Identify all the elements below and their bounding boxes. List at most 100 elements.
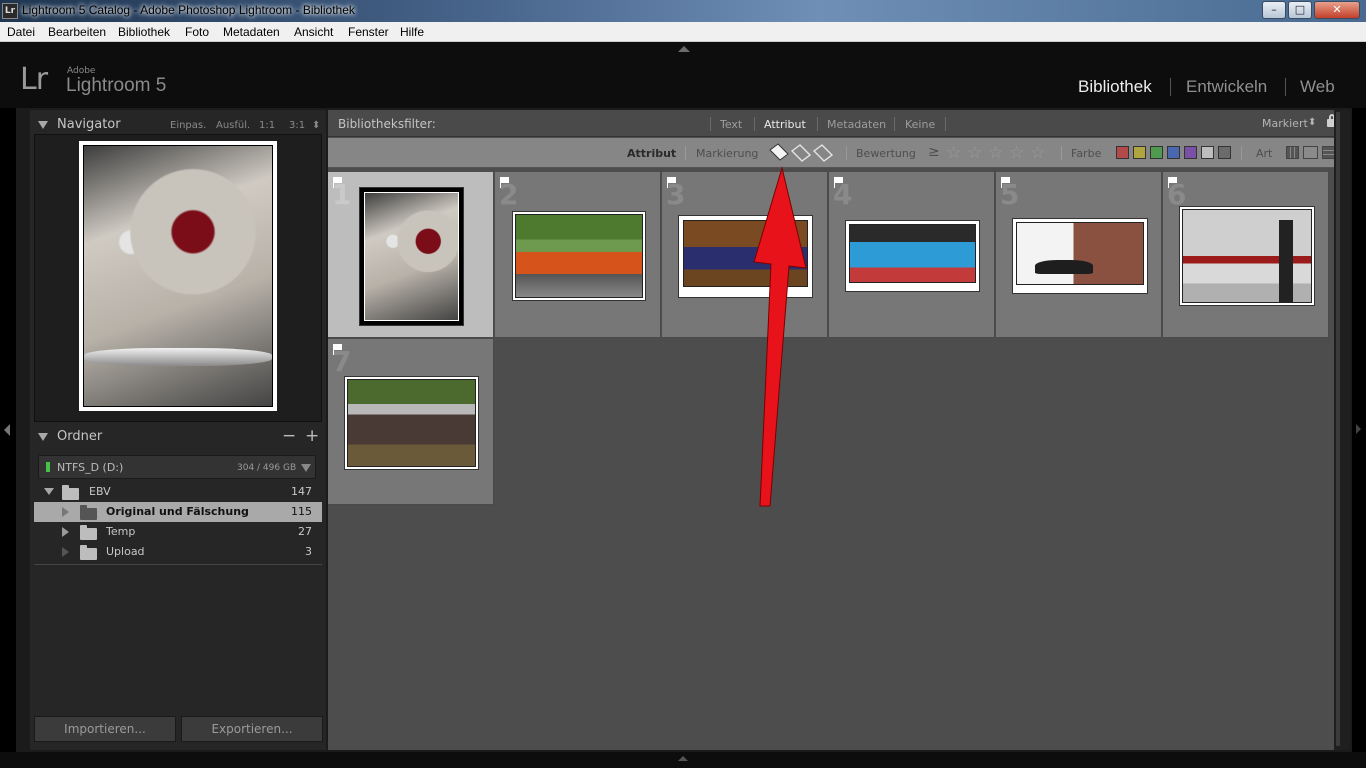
rating-star-4-icon[interactable]: ☆	[1009, 143, 1024, 163]
flag-icon[interactable]	[1001, 177, 1010, 188]
remove-folder-icon[interactable]: −	[282, 426, 296, 446]
filter-tab-text[interactable]: Text	[720, 118, 742, 131]
folder-icon	[80, 505, 97, 520]
collapse-right-panel-icon[interactable]	[1356, 424, 1361, 434]
filter-tab-attribut[interactable]: Attribut	[764, 118, 806, 131]
thumbnail[interactable]	[1180, 207, 1314, 305]
grid-cell[interactable]: 4	[829, 172, 995, 338]
grid-cell[interactable]: 1	[328, 172, 494, 338]
rating-operator[interactable]: ≥	[928, 144, 940, 160]
navigator-preview[interactable]	[34, 134, 322, 422]
navigator-photo	[79, 141, 277, 411]
folders-header[interactable]: Ordner − +	[30, 426, 326, 450]
thumbnail[interactable]	[345, 377, 478, 469]
filter-tab-separator	[945, 117, 946, 131]
rating-star-5-icon[interactable]: ☆	[1030, 143, 1045, 163]
filmstrip-collapsed-bar	[0, 752, 1366, 768]
folder-row-ebv[interactable]: EBV 147	[34, 482, 322, 502]
volume-dropdown-icon[interactable]	[301, 464, 311, 472]
collapse-triangle-icon[interactable]	[38, 121, 48, 129]
import-button[interactable]: Importieren...	[34, 716, 176, 742]
disclosure-triangle-icon[interactable]	[62, 507, 69, 517]
collapse-left-panel-icon[interactable]	[4, 424, 10, 436]
thumbnail[interactable]	[846, 221, 979, 291]
flag-icon[interactable]	[667, 177, 676, 188]
color-other-swatch[interactable]	[1201, 146, 1214, 159]
rating-label: Bewertung	[856, 147, 916, 160]
filter-preset-dropdown[interactable]: Markiert	[1262, 117, 1308, 130]
folder-row-upload[interactable]: Upload 3	[34, 542, 322, 562]
menu-ansicht[interactable]: Ansicht	[294, 25, 333, 39]
minimize-button[interactable]: –	[1262, 1, 1286, 19]
thumbnail[interactable]	[513, 212, 645, 300]
module-web[interactable]: Web	[1300, 77, 1335, 97]
flag-icon[interactable]	[333, 344, 342, 355]
collapse-triangle-icon[interactable]	[38, 433, 48, 441]
close-button[interactable]: ✕	[1314, 1, 1360, 19]
thumbnail[interactable]	[360, 188, 463, 325]
separator	[1061, 146, 1062, 160]
type-virtual-copy-icon[interactable]	[1303, 146, 1318, 159]
add-folder-icon[interactable]: +	[305, 426, 319, 446]
flag-icon[interactable]	[834, 177, 843, 188]
expand-filmstrip-icon[interactable]	[678, 756, 688, 761]
thumbnail[interactable]	[679, 216, 812, 297]
bumper-shape	[84, 348, 272, 366]
folder-name: Original und Fälschung	[106, 505, 249, 518]
menu-datei[interactable]: Datei	[7, 25, 35, 39]
folder-name: EBV	[89, 485, 111, 498]
flag-filter-icons[interactable]	[768, 142, 834, 164]
expand-triangle-icon[interactable]	[44, 488, 54, 495]
navigator-header[interactable]: Navigator Einpas. Ausfül. 1:1 3:1 ⬍	[30, 112, 326, 136]
thumbnail[interactable]	[1013, 219, 1147, 293]
grid-cell[interactable]: 3	[662, 172, 828, 338]
grid-cell[interactable]: 6	[1163, 172, 1329, 338]
disclosure-triangle-icon[interactable]	[62, 547, 69, 557]
preset-arrows-icon[interactable]: ⬍	[1308, 117, 1316, 128]
rating-star-2-icon[interactable]: ☆	[967, 143, 982, 163]
menu-metadaten[interactable]: Metadaten	[223, 25, 280, 39]
folder-count: 147	[291, 485, 312, 498]
volume-row[interactable]: NTFS_D (D:) 304 / 496 GB	[38, 455, 316, 479]
flagged-filter-icon[interactable]	[769, 143, 789, 161]
filter-tab-separator	[894, 117, 895, 131]
zoom-3-1[interactable]: 3:1	[289, 120, 305, 131]
color-purple-swatch[interactable]	[1184, 146, 1197, 159]
lightroom-window: Lr Lightroom 5 Catalog - Adobe Photoshop…	[0, 0, 1366, 768]
grid-cell[interactable]: 5	[996, 172, 1162, 338]
filter-tab-metadaten[interactable]: Metadaten	[827, 118, 886, 131]
menu-fenster[interactable]: Fenster	[348, 25, 389, 39]
zoom-fit[interactable]: Einpas.	[170, 120, 206, 131]
rating-star-1-icon[interactable]: ☆	[946, 143, 961, 163]
unflagged-filter-icon[interactable]	[790, 144, 812, 162]
grid-cell[interactable]: 7	[328, 339, 494, 505]
zoom-fill[interactable]: Ausfül.	[216, 120, 250, 131]
filter-tab-keine[interactable]: Keine	[905, 118, 935, 131]
rejected-filter-icon[interactable]	[812, 144, 834, 162]
maximize-button[interactable]: □	[1288, 1, 1312, 19]
color-blue-swatch[interactable]	[1167, 146, 1180, 159]
expand-triangle-icon[interactable]	[62, 527, 69, 537]
export-button[interactable]: Exportieren...	[181, 716, 323, 742]
menu-hilfe[interactable]: Hilfe	[400, 25, 424, 39]
zoom-1-1[interactable]: 1:1	[259, 120, 275, 131]
color-red-swatch[interactable]	[1116, 146, 1129, 159]
folder-row-original-und-faelschung[interactable]: Original und Fälschung 115	[34, 502, 322, 522]
zoom-menu-arrows-icon[interactable]: ⬍	[312, 120, 320, 131]
color-none-swatch[interactable]	[1218, 146, 1231, 159]
grid-cell[interactable]: 2	[495, 172, 661, 338]
flag-icon[interactable]	[333, 177, 342, 188]
flag-icon[interactable]	[1168, 177, 1177, 188]
rating-star-3-icon[interactable]: ☆	[988, 143, 1003, 163]
type-master-photo-icon[interactable]	[1286, 146, 1299, 159]
color-green-swatch[interactable]	[1150, 146, 1163, 159]
menu-bibliothek[interactable]: Bibliothek	[118, 25, 170, 39]
flag-icon[interactable]	[500, 177, 509, 188]
module-entwickeln[interactable]: Entwickeln	[1186, 77, 1267, 97]
module-bibliothek[interactable]: Bibliothek	[1078, 77, 1152, 97]
menu-foto[interactable]: Foto	[185, 25, 209, 39]
color-yellow-swatch[interactable]	[1133, 146, 1146, 159]
menu-bearbeiten[interactable]: Bearbeiten	[48, 25, 106, 39]
folder-row-temp[interactable]: Temp 27	[34, 522, 322, 542]
collapse-top-panel-icon[interactable]	[678, 46, 690, 52]
